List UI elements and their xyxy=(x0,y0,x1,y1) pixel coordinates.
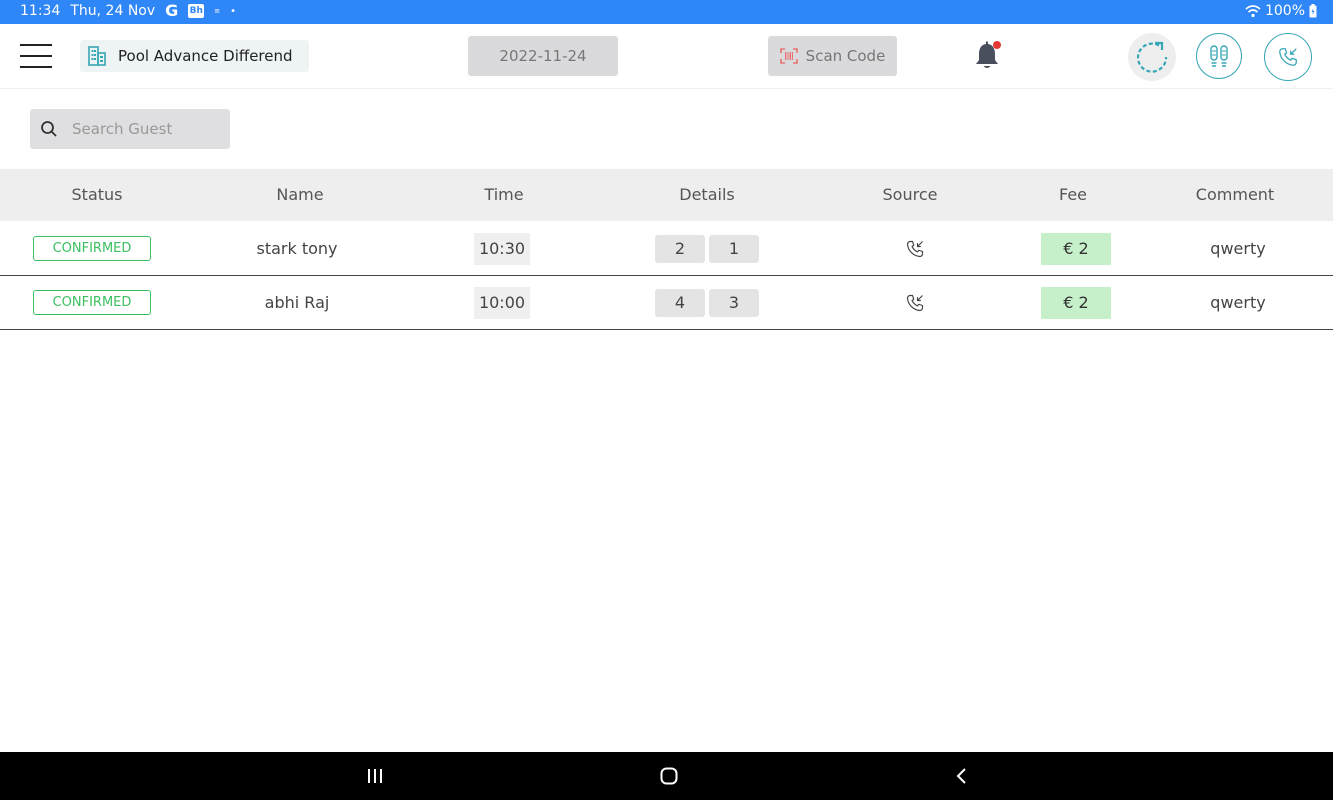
back-icon xyxy=(956,768,966,784)
reservation-time: 10:00 xyxy=(474,286,530,319)
comment-text: qwerty xyxy=(1210,239,1266,258)
scan-code-button[interactable]: Scan Code xyxy=(768,36,897,76)
battery-level: 100% xyxy=(1264,3,1305,19)
search-guest-input[interactable] xyxy=(72,120,212,138)
venue-name: Pool Advance Differend xyxy=(118,47,293,65)
back-button[interactable] xyxy=(950,764,974,788)
phone-incoming-icon xyxy=(906,240,924,257)
phone-reservation-button[interactable] xyxy=(1264,33,1312,81)
notification-mini-icon: ≡ xyxy=(214,6,221,15)
phone-incoming-icon xyxy=(1279,48,1297,66)
notification-bell-icon[interactable] xyxy=(972,40,1002,72)
footprints-icon xyxy=(1210,45,1228,67)
status-bar: 11:34 Thu, 24 Nov G Bh ≡ • 100% xyxy=(0,0,1333,24)
home-button[interactable] xyxy=(657,764,681,788)
app-notification-icon: Bh xyxy=(188,4,205,18)
column-header-fee: Fee xyxy=(1058,185,1088,204)
status-badge[interactable]: CONFIRMED xyxy=(33,236,151,261)
column-header-status: Status xyxy=(71,185,123,204)
table-header: Status Name Time Details Source Fee Comm… xyxy=(0,169,1333,221)
search-icon xyxy=(41,121,57,137)
phone-incoming-icon xyxy=(906,294,924,311)
column-header-time: Time xyxy=(484,185,524,204)
recent-apps-icon xyxy=(368,769,382,783)
system-nav-bar xyxy=(0,752,1333,800)
wifi-icon xyxy=(1245,5,1261,18)
guest-name: stark tony xyxy=(256,239,338,258)
status-badge[interactable]: CONFIRMED xyxy=(33,290,151,315)
date-picker-button[interactable]: 2022-11-24 xyxy=(468,36,618,76)
menu-icon[interactable] xyxy=(20,44,52,68)
walk-in-button[interactable] xyxy=(1196,33,1242,79)
selected-date: 2022-11-24 xyxy=(499,47,587,65)
refresh-icon xyxy=(1136,41,1168,73)
clock: 11:34 xyxy=(20,3,61,19)
home-icon xyxy=(660,767,678,785)
guest-name: abhi Raj xyxy=(264,293,330,312)
comment-text: qwerty xyxy=(1210,293,1266,312)
reservation-time: 10:30 xyxy=(474,232,530,265)
battery-icon xyxy=(1309,4,1317,18)
fee-amount: € 2 xyxy=(1041,286,1111,319)
status-date: Thu, 24 Nov xyxy=(70,3,156,19)
search-box xyxy=(30,109,230,149)
details-secondary-count: 1 xyxy=(709,234,759,263)
column-header-comment: Comment xyxy=(1195,185,1275,204)
barcode-scan-icon xyxy=(779,48,798,64)
column-header-name: Name xyxy=(276,185,324,204)
app-header: Pool Advance Differend 2022-11-24 Scan C… xyxy=(0,24,1333,89)
fee-amount: € 2 xyxy=(1041,232,1111,265)
building-icon xyxy=(88,46,106,66)
scan-code-label: Scan Code xyxy=(805,47,886,65)
refresh-button[interactable] xyxy=(1128,33,1176,81)
more-notifications-dot: • xyxy=(230,5,237,17)
column-header-source: Source xyxy=(882,185,938,204)
details-secondary-count: 3 xyxy=(709,288,759,317)
google-icon: G xyxy=(165,1,179,20)
column-header-details: Details xyxy=(679,185,735,204)
details-guest-count: 2 xyxy=(655,234,705,263)
details-guest-count: 4 xyxy=(655,288,705,317)
table-row[interactable]: CONFIRMED stark tony 10:30 2 1 € 2 qwert… xyxy=(0,222,1333,276)
table-row[interactable]: CONFIRMED abhi Raj 10:00 4 3 € 2 qwerty xyxy=(0,276,1333,330)
venue-selector[interactable]: Pool Advance Differend xyxy=(80,40,309,72)
recent-apps-button[interactable] xyxy=(363,764,387,788)
